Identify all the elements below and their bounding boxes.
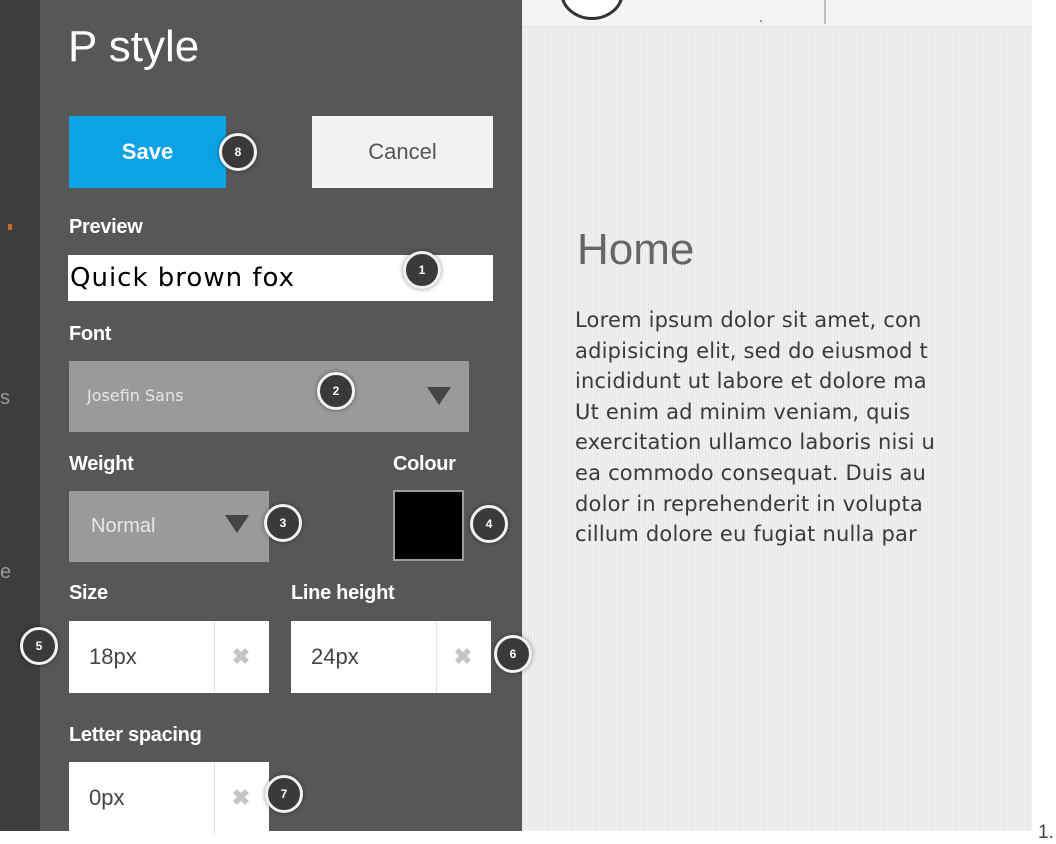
callout-badge-7: 7	[265, 775, 303, 813]
colour-swatch[interactable]	[393, 490, 464, 561]
save-button[interactable]: Save	[69, 116, 226, 188]
page-margin	[1032, 0, 1056, 843]
line-height-label: Line height	[291, 582, 395, 604]
font-select-value: Josefin Sans	[87, 386, 184, 405]
body-line: exercitation ullamco laboris nisi u	[575, 430, 936, 455]
size-label: Size	[69, 582, 108, 604]
sidebar-partial-glyph: e	[0, 561, 12, 583]
cancel-button[interactable]: Cancel	[312, 116, 493, 188]
letter-spacing-label: Letter spacing	[69, 724, 202, 746]
sidebar-partial-glyph: s	[0, 387, 10, 409]
body-line: ea commodo consequat. Duis au	[575, 460, 927, 485]
weight-label: Weight	[69, 453, 134, 475]
clear-x-icon[interactable]: ✖	[437, 621, 489, 693]
size-field[interactable]: 18px ✖	[69, 621, 269, 693]
line-height-field[interactable]: 24px ✖	[291, 621, 491, 693]
page-body-text: Lorem ipsum dolor sit amet, con adipisic…	[575, 305, 1032, 705]
weight-select-value: Normal	[91, 515, 156, 537]
colour-label: Colour	[393, 453, 456, 475]
topbar-divider	[824, 0, 826, 24]
body-line: dolor in reprehenderit in volupta	[575, 491, 923, 516]
left-sidebar-strip: s e	[0, 0, 40, 831]
page-number: 1.	[1038, 822, 1054, 843]
body-line: cillum dolore eu fugiat nulla par	[575, 522, 917, 547]
callout-badge-8: 8	[219, 133, 257, 171]
logo-circle	[560, 0, 624, 20]
callout-badge-3: 3	[264, 504, 302, 542]
body-line: adipisicing elit, sed do eiusmod t	[575, 338, 928, 363]
callout-badge-1: 1	[403, 251, 441, 289]
page-heading: Home	[577, 225, 695, 274]
callout-badge-5: 5	[20, 627, 58, 665]
letter-spacing-field[interactable]: 0px ✖	[69, 762, 269, 834]
weight-select[interactable]: Normal	[69, 491, 269, 562]
font-label: Font	[69, 323, 112, 345]
preview-label: Preview	[69, 216, 143, 238]
triangle-down-icon	[427, 387, 451, 405]
sidebar-accent-mark	[8, 224, 12, 230]
clear-x-icon[interactable]: ✖	[215, 621, 267, 693]
clear-x-icon[interactable]: ✖	[215, 762, 267, 834]
line-height-value: 24px	[311, 644, 359, 669]
body-line: Ut enim ad minim veniam, quis	[575, 399, 911, 424]
letter-spacing-value: 0px	[89, 785, 125, 810]
callout-badge-4: 4	[470, 505, 508, 543]
size-value: 18px	[89, 644, 137, 669]
body-line: incididunt ut labore et dolore ma	[575, 369, 927, 394]
body-line: Lorem ipsum dolor sit amet, con	[575, 308, 922, 332]
callout-badge-2: 2	[317, 372, 355, 410]
canvas-topbar	[522, 0, 1032, 27]
panel-title: P style	[68, 22, 200, 71]
topbar-dot	[760, 20, 762, 22]
triangle-down-icon	[225, 515, 249, 533]
callout-badge-6: 6	[494, 635, 532, 673]
font-select[interactable]: Josefin Sans	[69, 361, 469, 432]
